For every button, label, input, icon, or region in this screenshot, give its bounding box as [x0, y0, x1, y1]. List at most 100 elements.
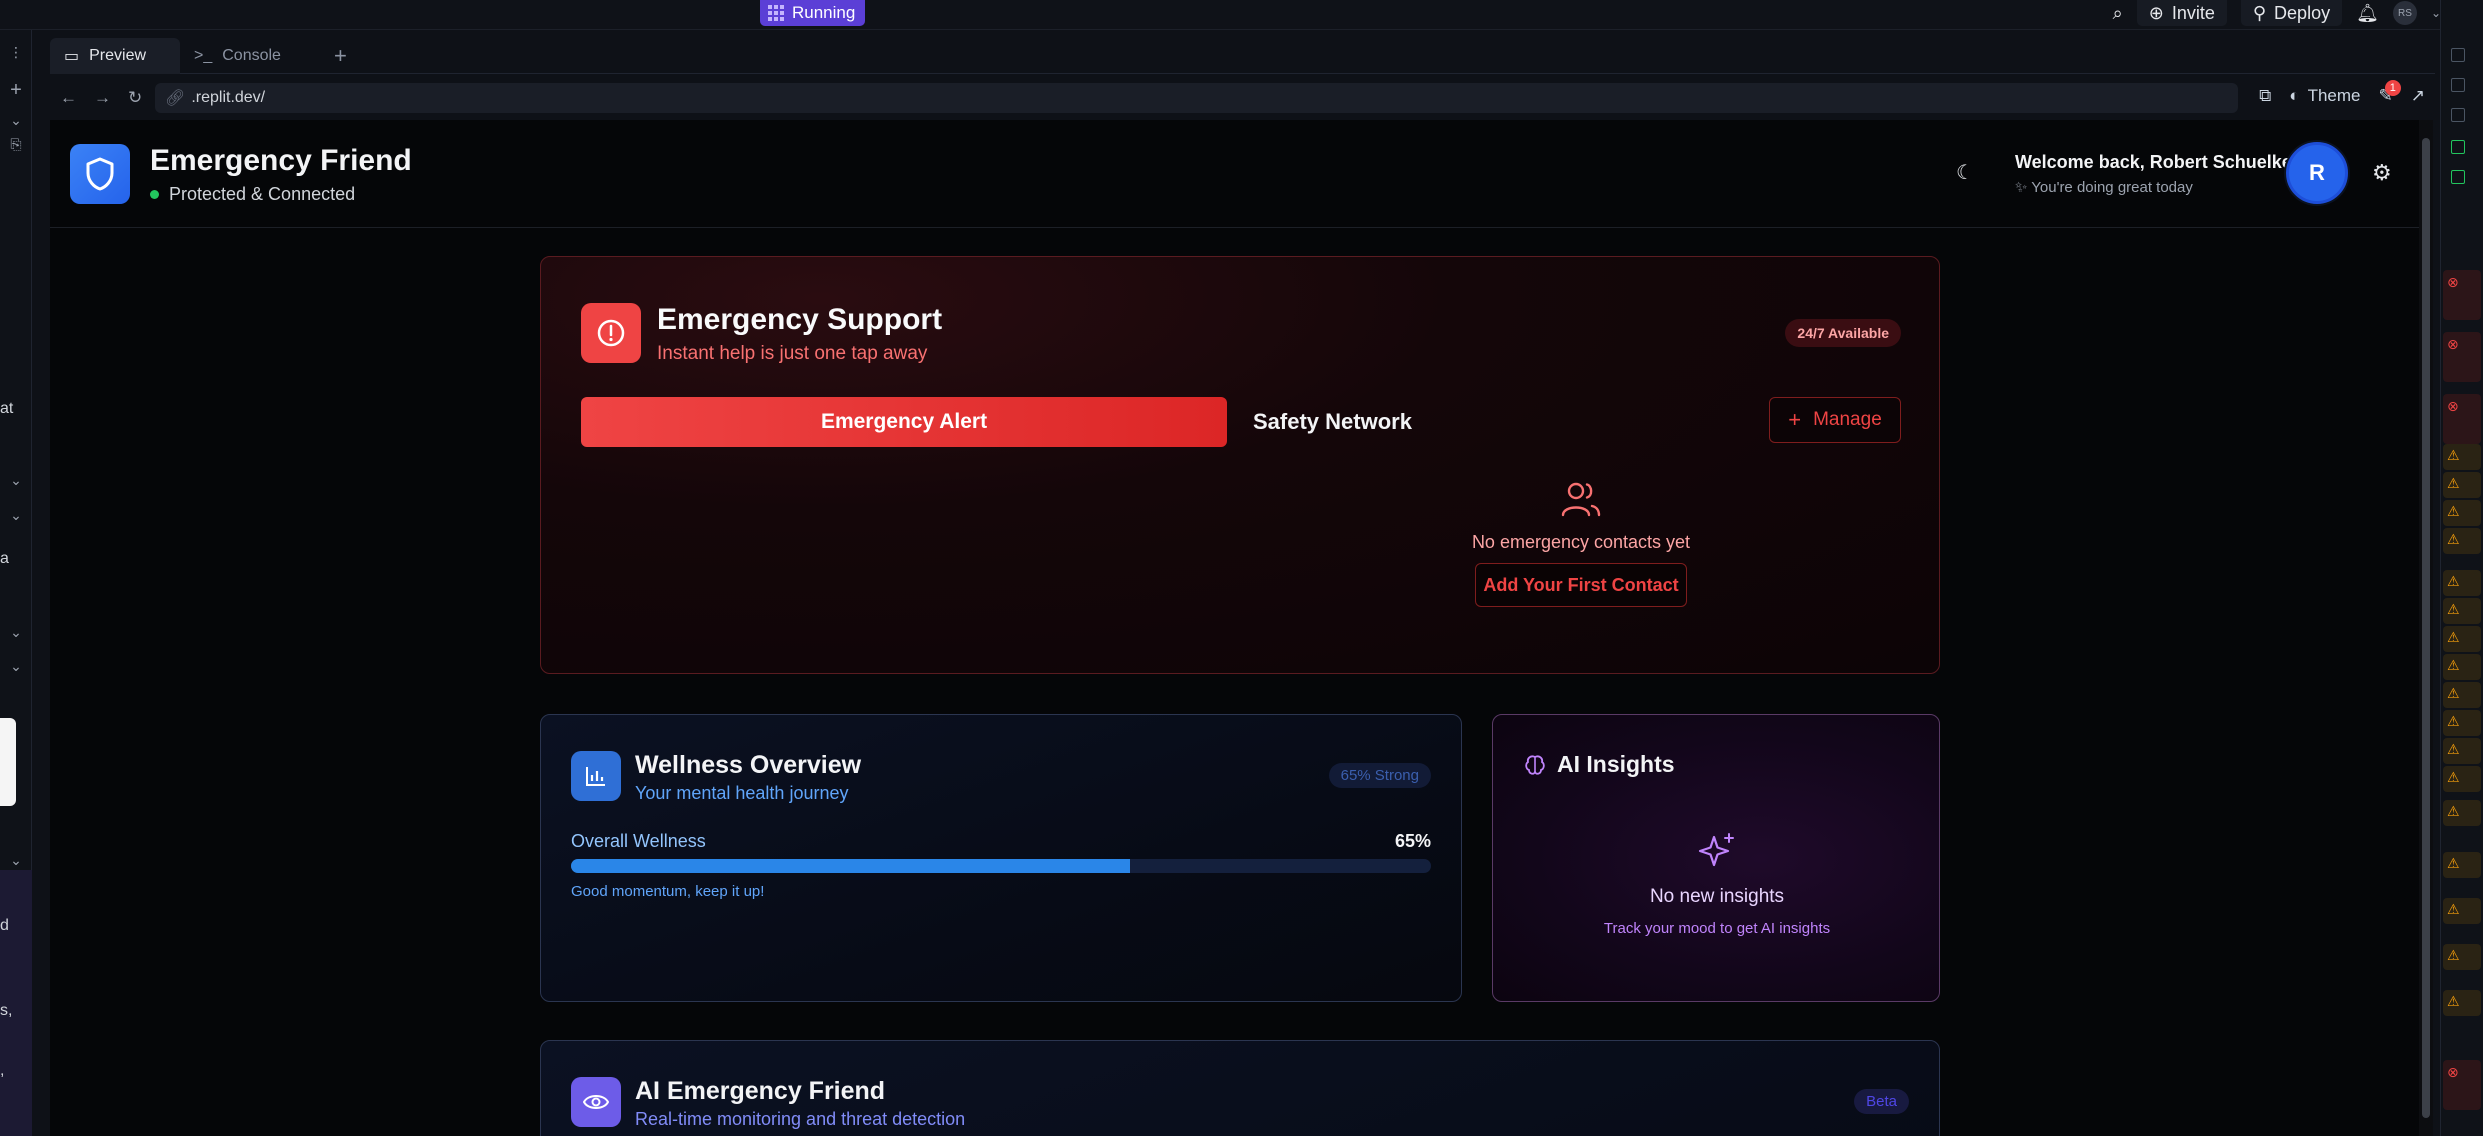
error-item[interactable]: [2443, 332, 2481, 382]
warning-item[interactable]: [2443, 852, 2481, 878]
emergency-alert-button[interactable]: Emergency Alert: [581, 397, 1227, 447]
monitor-icon: ▭: [64, 48, 80, 65]
bell-icon[interactable]: 🔔︎: [2356, 3, 2379, 24]
warning-item[interactable]: [2443, 710, 2481, 736]
tools-button[interactable]: ✎ 1: [2379, 80, 2401, 106]
warning-item[interactable]: [2443, 444, 2481, 470]
external-link-icon[interactable]: ↗: [2411, 86, 2425, 106]
safety-network-heading: Safety Network: [1253, 409, 1412, 434]
alert-circle-icon: [581, 303, 641, 363]
warning-item[interactable]: [2443, 500, 2481, 526]
contacts-empty-state: No emergency contacts yet Add Your First…: [1461, 479, 1701, 607]
warning-item[interactable]: [2443, 990, 2481, 1016]
manage-contacts-button[interactable]: + Manage: [1769, 397, 1901, 443]
more-icon[interactable]: ⋮: [6, 42, 26, 62]
bar-chart-icon: [571, 751, 621, 801]
reload-icon[interactable]: ↻: [128, 88, 142, 108]
welcome-block: Welcome back, Robert Schuelke ✨︎ You're …: [2015, 152, 2292, 196]
checkbox[interactable]: [2451, 78, 2465, 92]
ai-insights-title: AI Insights: [1557, 751, 1675, 777]
invite-label: Invite: [2171, 2, 2215, 23]
palette-icon: ◐: [2289, 86, 2300, 105]
run-status-button[interactable]: Running: [760, 0, 866, 26]
deploy-button[interactable]: ⚲ Deploy: [2240, 0, 2343, 26]
forward-icon[interactable]: →: [94, 88, 111, 108]
availability-badge: 24/7 Available: [1785, 319, 1901, 347]
deploy-label: Deploy: [2274, 2, 2331, 23]
wellness-overview-card: Wellness Overview Your mental health jou…: [540, 714, 1462, 1002]
no-insights-text: No new insights: [1649, 886, 1785, 907]
new-tab-button[interactable]: +: [320, 38, 361, 74]
pane-tabs: ▭ Preview >_ Console +: [50, 38, 2435, 74]
tab-preview[interactable]: ▭ Preview: [50, 38, 180, 74]
share-icon[interactable]: ⎘: [6, 134, 26, 154]
checkbox[interactable]: [2451, 48, 2465, 62]
insights-hint: Track your mood to get AI insights: [1603, 920, 1831, 937]
rail-text: d: [0, 917, 9, 934]
manage-label: Manage: [1813, 409, 1882, 430]
brain-icon: [1525, 754, 1545, 775]
warning-item[interactable]: [2443, 944, 2481, 970]
chevron-down-icon[interactable]: ⌄: [6, 850, 26, 870]
plus-icon[interactable]: +: [6, 80, 26, 100]
eye-icon: [571, 1077, 621, 1127]
warning-item[interactable]: [2443, 472, 2481, 498]
profile-avatar[interactable]: R: [2286, 142, 2348, 204]
tab-label: Console: [222, 47, 281, 64]
gear-icon[interactable]: ⚙: [2372, 160, 2392, 186]
url-input[interactable]: 🔗︎ .replit.dev/: [155, 83, 2238, 113]
url-text: .replit.dev/: [191, 89, 266, 106]
chevron-down-icon[interactable]: ⌄: [6, 470, 26, 490]
welcome-sub-text: You're doing great today: [2031, 179, 2193, 196]
warning-item[interactable]: [2443, 898, 2481, 924]
sparkles-icon: ✨︎: [2015, 179, 2028, 196]
error-item[interactable]: [2443, 270, 2481, 320]
progress-note: Good momentum, keep it up!: [571, 883, 765, 900]
warning-item[interactable]: [2443, 598, 2481, 624]
warning-item[interactable]: [2443, 528, 2481, 554]
ai-insights-empty-state: No new insights Track your mood to get A…: [1493, 831, 1941, 937]
preview-scrollbar[interactable]: [2419, 120, 2433, 1136]
app-preview: Emergency Friend Protected & Connected ☾…: [50, 120, 2433, 1136]
wellness-title: Wellness Overview: [635, 751, 862, 779]
add-first-contact-button[interactable]: Add Your First Contact: [1475, 563, 1687, 607]
plus-icon: +: [1788, 407, 1802, 432]
warning-item[interactable]: [2443, 682, 2481, 708]
chevron-down-icon[interactable]: ⌄: [6, 656, 26, 676]
replit-workspace: Running ⌕ ⊕ Invite ⚲ Deploy 🔔︎ RS ⌄ ⋮ + …: [0, 0, 2483, 1136]
wellness-subtitle: Your mental health journey: [635, 783, 849, 803]
shield-logo-icon: [70, 144, 130, 204]
devices-icon[interactable]: ⧉: [2259, 86, 2271, 106]
invite-button[interactable]: ⊕ Invite: [2136, 0, 2227, 26]
checkbox-checked[interactable]: [2451, 170, 2465, 184]
warning-item[interactable]: [2443, 654, 2481, 680]
app-header: Emergency Friend Protected & Connected ☾…: [50, 120, 2419, 228]
error-item[interactable]: [2443, 1060, 2481, 1110]
user-avatar[interactable]: RS: [2392, 1, 2417, 25]
chevron-down-icon[interactable]: ⌄: [6, 622, 26, 642]
tab-console[interactable]: >_ Console: [180, 38, 320, 74]
search-icon[interactable]: ⌕: [2113, 3, 2123, 24]
error-item[interactable]: [2443, 394, 2481, 444]
status-text: Protected & Connected: [169, 184, 356, 204]
chevron-down-icon[interactable]: ⌄: [6, 505, 26, 525]
chevron-down-icon[interactable]: ⌄: [6, 110, 26, 130]
link-icon: 🔗︎: [165, 90, 186, 107]
rail-text: ,: [0, 1062, 5, 1079]
warning-item[interactable]: [2443, 570, 2481, 596]
warning-item[interactable]: [2443, 626, 2481, 652]
left-rail: ⋮ + ⌄ ⎘ at ⌄ ⌄ a ⌄ ⌄ ⌄ d s, ,: [0, 30, 32, 1136]
brand-title: Emergency Friend: [150, 144, 412, 177]
ai-friend-title: AI Emergency Friend: [635, 1077, 886, 1105]
empty-contacts-text: No emergency contacts yet: [1471, 532, 1691, 552]
moon-icon[interactable]: ☾: [1956, 160, 1974, 185]
checkbox-checked[interactable]: [2451, 140, 2465, 154]
back-icon[interactable]: ←: [60, 88, 77, 108]
checkbox[interactable]: [2451, 108, 2465, 122]
scrollbar-thumb[interactable]: [2422, 138, 2430, 1118]
warning-item[interactable]: [2443, 738, 2481, 764]
warning-item[interactable]: [2443, 800, 2481, 826]
warning-item[interactable]: [2443, 766, 2481, 792]
overall-wellness-label: Overall Wellness: [571, 831, 706, 851]
theme-button[interactable]: ◐ Theme: [2289, 86, 2360, 106]
